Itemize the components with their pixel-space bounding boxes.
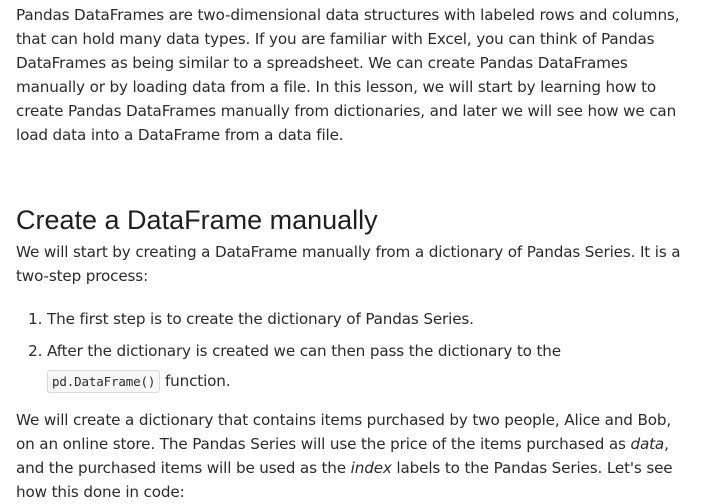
outro-text-1: We will create a dictionary that contain…	[16, 411, 672, 453]
inline-code: pd.DataFrame()	[47, 370, 161, 393]
emphasis-index: index	[350, 459, 392, 477]
outro-paragraph: We will create a dictionary that contain…	[16, 408, 693, 504]
article-content: Pandas DataFrames are two-dimensional da…	[0, 0, 707, 504]
step-1-text: The first step is to create the dictiona…	[47, 310, 474, 328]
intro-paragraph: Pandas DataFrames are two-dimensional da…	[16, 6, 680, 144]
steps-list: The first step is to create the dictiona…	[16, 307, 693, 394]
step-2-text-after: function.	[160, 372, 231, 390]
list-item: The first step is to create the dictiona…	[47, 307, 693, 331]
step-2-text: After the dictionary is created we can t…	[47, 342, 561, 360]
section-heading: Create a DataFrame manually	[16, 205, 378, 235]
emphasis-data: data	[630, 435, 665, 453]
list-item: After the dictionary is created we can t…	[47, 339, 693, 394]
lead-paragraph: We will start by creating a DataFrame ma…	[16, 243, 681, 285]
